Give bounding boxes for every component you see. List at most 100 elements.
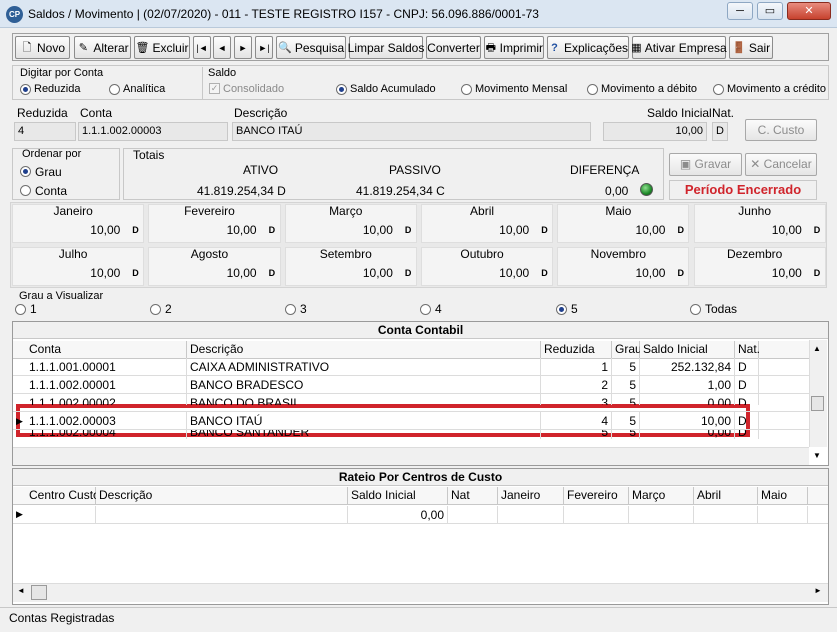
conta-grid-header-4[interactable]: Saldo Inicial (640, 341, 735, 358)
saldo-inicial-field-label: Saldo Inicial (647, 106, 712, 120)
grau-2-radio[interactable] (150, 304, 161, 315)
month-value[interactable]: 10,00 (692, 223, 802, 237)
analitica-radio[interactable] (109, 84, 120, 95)
grau-option-label: 2 (165, 302, 172, 316)
converter-button[interactable]: Converter (426, 36, 481, 59)
month-value[interactable]: 10,00 (283, 223, 393, 237)
rateio-grid-header-6[interactable]: Março (629, 487, 694, 504)
table-cell-conta: 1.1.1.002.00001 (26, 376, 187, 394)
limpar-saldos-button[interactable]: Limpar Saldos (348, 36, 424, 59)
rateio-grid-header-1[interactable]: Descrição (96, 487, 348, 504)
rateio-grid-header-3[interactable]: Nat (448, 487, 498, 504)
consolidado-checkbox[interactable]: ✓ (209, 83, 220, 94)
ordenar-conta-label: Conta (35, 184, 68, 198)
rateio-cell[interactable] (498, 506, 564, 524)
month-value[interactable]: 10,00 (283, 266, 393, 280)
reduzida-label: Reduzida (34, 83, 81, 95)
rateio-cell[interactable] (448, 506, 498, 524)
saldo-inicial-field[interactable]: 10,00 (603, 122, 707, 141)
month-value[interactable]: 10,00 (692, 266, 802, 280)
month-value[interactable]: 10,00 (555, 266, 665, 280)
prev-record-button[interactable]: ◄ (213, 36, 231, 59)
conta-grid-header-0[interactable]: Conta (26, 341, 187, 358)
month-nat: D (132, 225, 139, 235)
conta-grid-header-2[interactable]: Reduzida (541, 341, 612, 358)
conta-grid-header-5[interactable]: Nat. (735, 341, 760, 358)
conta-grid-vscrollbar[interactable] (809, 340, 827, 447)
sair-button[interactable]: 🚪 Sair (729, 36, 773, 59)
grau-1-radio[interactable] (15, 304, 26, 315)
rateio-hscrollbar[interactable] (13, 583, 828, 602)
month-value[interactable]: 10,00 (10, 266, 120, 280)
scroll-down-icon[interactable]: ▼ (813, 451, 821, 460)
scroll-up-icon[interactable]: ▲ (813, 344, 821, 353)
minimize-button[interactable]: ─ (727, 2, 753, 20)
conta-grid-scroll-thumb[interactable] (811, 396, 824, 411)
month-value[interactable]: 10,00 (555, 223, 665, 237)
grau-todas-radio[interactable] (690, 304, 701, 315)
close-button[interactable]: ✕ (787, 2, 831, 20)
movimento-debito-radio[interactable] (587, 84, 598, 95)
saldo-acumulado-radio[interactable] (336, 84, 347, 95)
rateio-grid-header-7[interactable]: Abril (694, 487, 758, 504)
conta-grid-header-1[interactable]: Descrição (187, 341, 541, 358)
movimento-mensal-label: Movimento Mensal (475, 83, 568, 95)
last-record-button[interactable]: ►| (255, 36, 273, 59)
conta-grid-hscrollbar[interactable] (13, 447, 809, 465)
rateio-cell[interactable] (694, 506, 758, 524)
grau-3-radio[interactable] (285, 304, 296, 315)
month-value[interactable]: 10,00 (419, 223, 529, 237)
month-value[interactable]: 10,00 (146, 266, 257, 280)
table-cell-conta: 1.1.1.002.00004 (26, 430, 187, 439)
pesquisa-button[interactable]: 🔍 Pesquisa (276, 36, 346, 59)
month-value[interactable]: 10,00 (10, 223, 120, 237)
explicacoes-button[interactable]: ? Explicações (547, 36, 629, 59)
ativar-empresa-button[interactable]: ▦ Ativar Empresa (631, 36, 727, 59)
movimento-credito-radio[interactable] (713, 84, 724, 95)
ordenar-conta-radio[interactable] (20, 185, 31, 196)
month-value[interactable]: 10,00 (146, 223, 257, 237)
gravar-button[interactable]: ▣ Gravar (669, 153, 742, 176)
reduzida-radio[interactable] (20, 84, 31, 95)
rateio-grid-header-0[interactable]: Centro Custo (26, 487, 100, 504)
maximize-button[interactable]: ▭ (757, 2, 783, 20)
novo-button[interactable]: 🗋 Novo (15, 36, 70, 59)
grau-4-radio[interactable] (420, 304, 431, 315)
nat-field[interactable]: D (712, 122, 728, 141)
passivo-label: PASSIVO (389, 163, 441, 177)
grau-5-radio[interactable] (556, 304, 567, 315)
cancelar-button[interactable]: ✕ Cancelar (745, 153, 817, 176)
movimento-mensal-radio[interactable] (461, 84, 472, 95)
table-cell-descricao: BANCO ITAÚ (187, 412, 541, 430)
alterar-button[interactable]: ✎ Alterar (74, 36, 131, 59)
scroll-left-icon[interactable]: ◄ (17, 586, 25, 595)
rateio-cell[interactable] (96, 506, 348, 524)
reduzida-field[interactable]: 4 (14, 122, 76, 141)
descricao-field-label: Descrição (234, 106, 288, 120)
rateio-cell[interactable]: 0,00 (348, 506, 448, 524)
conta-field[interactable]: 1.1.1.002.00003 (78, 122, 228, 141)
rateio-row-indicator-icon: ▶ (16, 509, 23, 519)
rateio-grid-header-5[interactable]: Fevereiro (564, 487, 629, 504)
rateio-cell[interactable] (26, 506, 96, 524)
imprimir-button[interactable]: 🖶 Imprimir (484, 36, 544, 59)
rateio-grid-header-4[interactable]: Janeiro (498, 487, 564, 504)
ordenar-grau-radio[interactable] (20, 166, 31, 177)
table-cell-nat: D (735, 412, 759, 430)
conta-grid-header-3[interactable]: Grau (612, 341, 642, 358)
scroll-right-icon[interactable]: ► (814, 586, 822, 595)
c-custo-button[interactable]: C. Custo (745, 119, 817, 141)
excluir-button[interactable]: 🗑 Excluir (134, 36, 190, 59)
rateio-cell[interactable] (629, 506, 694, 524)
rateio-cell[interactable] (564, 506, 629, 524)
month-value[interactable]: 10,00 (419, 266, 529, 280)
next-record-button[interactable]: ► (234, 36, 252, 59)
rateio-cell[interactable] (758, 506, 808, 524)
grau-option-label: 3 (300, 302, 307, 316)
rateio-grid-header-2[interactable]: Saldo Inicial (348, 487, 448, 504)
rateio-scroll-thumb[interactable] (31, 585, 47, 600)
table-cell-descricao: BANCO SANTANDER (187, 430, 541, 439)
descricao-field[interactable]: BANCO ITAÚ (232, 122, 591, 141)
rateio-grid-header-8[interactable]: Maio (758, 487, 808, 504)
first-record-button[interactable]: |◄ (193, 36, 211, 59)
